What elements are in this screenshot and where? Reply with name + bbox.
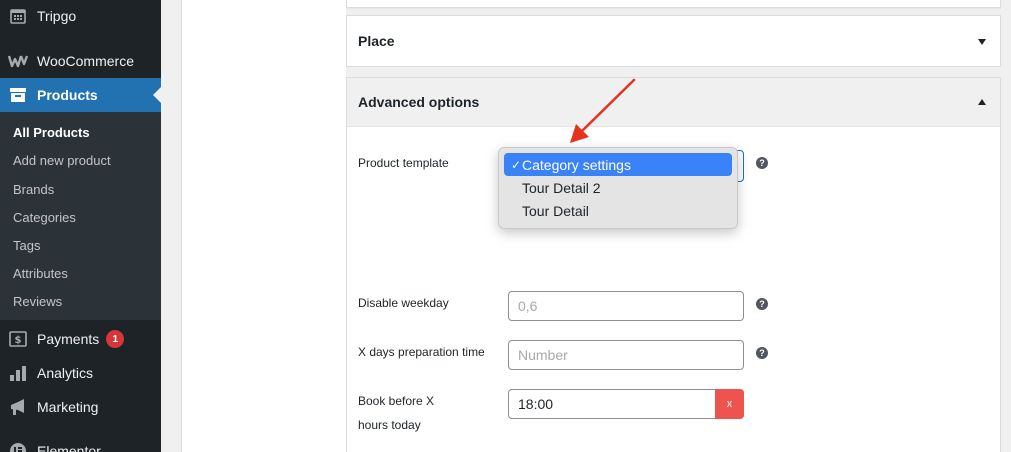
checkmark-icon: ✓ bbox=[511, 157, 522, 172]
sidebar-item-elementor[interactable]: Elementor bbox=[0, 434, 161, 452]
place-panel-title: Place bbox=[358, 33, 395, 49]
submenu-categories[interactable]: Categories bbox=[13, 210, 76, 225]
book-before-label: Book before X bbox=[358, 394, 435, 408]
admin-sidebar: Tripgo WooCommerce Products All Products… bbox=[0, 0, 161, 452]
sidebar-item-label: WooCommerce bbox=[37, 53, 134, 69]
box-icon bbox=[8, 85, 28, 105]
notification-badge: 1 bbox=[106, 330, 125, 348]
products-submenu: All Products Add new product Brands Cate… bbox=[0, 112, 161, 320]
bar-chart-icon bbox=[8, 363, 28, 383]
submenu-tags[interactable]: Tags bbox=[13, 238, 40, 253]
disable-weekday-placeholder: 0,6 bbox=[518, 298, 538, 314]
help-icon[interactable]: ? bbox=[756, 157, 768, 169]
advanced-options-header[interactable]: Advanced options bbox=[347, 78, 1000, 127]
sidebar-item-label: Analytics bbox=[37, 365, 94, 381]
sidebar-item-label: Products bbox=[37, 87, 98, 103]
option-tour-detail[interactable]: Tour Detail bbox=[504, 199, 732, 222]
sidebar-item-woocommerce[interactable]: WooCommerce bbox=[0, 44, 161, 78]
option-category-settings[interactable]: ✓ Category settings bbox=[504, 153, 732, 176]
woo-icon bbox=[8, 51, 28, 71]
option-label: Tour Detail 2 bbox=[522, 179, 601, 196]
help-icon[interactable]: ? bbox=[756, 298, 768, 310]
book-before-time-input[interactable]: 18:00 bbox=[508, 389, 744, 419]
submenu-all-products[interactable]: All Products bbox=[13, 125, 90, 140]
x-days-preparation-input[interactable]: Number bbox=[508, 340, 744, 370]
sidebar-item-label: Elementor bbox=[37, 443, 101, 452]
product-template-dropdown: ✓ Category settings Tour Detail 2 Tour D… bbox=[498, 147, 738, 229]
sidebar-item-products[interactable]: Products bbox=[0, 78, 161, 112]
elementor-icon bbox=[8, 441, 28, 452]
sidebar-item-label: Marketing bbox=[37, 399, 99, 415]
product-template-label: Product template bbox=[358, 156, 449, 170]
x-days-placeholder: Number bbox=[518, 347, 568, 363]
book-before-value: 18:00 bbox=[518, 396, 554, 412]
x-days-preparation-label: X days preparation time bbox=[358, 345, 485, 359]
sidebar-item-marketing[interactable]: Marketing bbox=[0, 390, 161, 424]
calendar-icon bbox=[8, 6, 28, 26]
submenu-brands[interactable]: Brands bbox=[13, 182, 54, 197]
option-tour-detail-2[interactable]: Tour Detail 2 bbox=[504, 176, 732, 199]
svg-text:$: $ bbox=[15, 335, 22, 346]
dollar-icon: $ bbox=[8, 329, 28, 349]
option-label: Category settings bbox=[522, 156, 631, 173]
place-panel[interactable]: Place bbox=[346, 15, 1001, 67]
megaphone-icon bbox=[8, 397, 28, 417]
help-icon[interactable]: ? bbox=[756, 347, 768, 359]
sidebar-item-label: Tripgo bbox=[37, 8, 77, 24]
sidebar-item-payments[interactable]: $ Payments 1 bbox=[0, 322, 161, 356]
caret-down-icon[interactable] bbox=[978, 39, 986, 45]
caret-up-icon[interactable] bbox=[978, 99, 986, 105]
previous-section-panel bbox=[346, 0, 1001, 8]
clear-time-button[interactable]: x bbox=[715, 389, 744, 419]
sidebar-item-analytics[interactable]: Analytics bbox=[0, 356, 161, 390]
submenu-add-new-product[interactable]: Add new product bbox=[13, 153, 111, 168]
advanced-options-panel: Advanced options Product template ? Disa… bbox=[346, 77, 1001, 452]
sidebar-item-label: Payments bbox=[37, 331, 100, 347]
disable-weekday-label: Disable weekday bbox=[358, 296, 449, 310]
submenu-attributes[interactable]: Attributes bbox=[13, 266, 68, 281]
submenu-reviews[interactable]: Reviews bbox=[13, 294, 62, 309]
option-label: Tour Detail bbox=[522, 202, 589, 219]
disable-weekday-input[interactable]: 0,6 bbox=[508, 291, 744, 321]
advanced-options-title: Advanced options bbox=[358, 94, 480, 110]
product-data-tabs-area bbox=[181, 0, 346, 452]
sidebar-item-tripgo[interactable]: Tripgo bbox=[0, 0, 161, 32]
book-before-label-line2: hours today bbox=[358, 418, 421, 432]
